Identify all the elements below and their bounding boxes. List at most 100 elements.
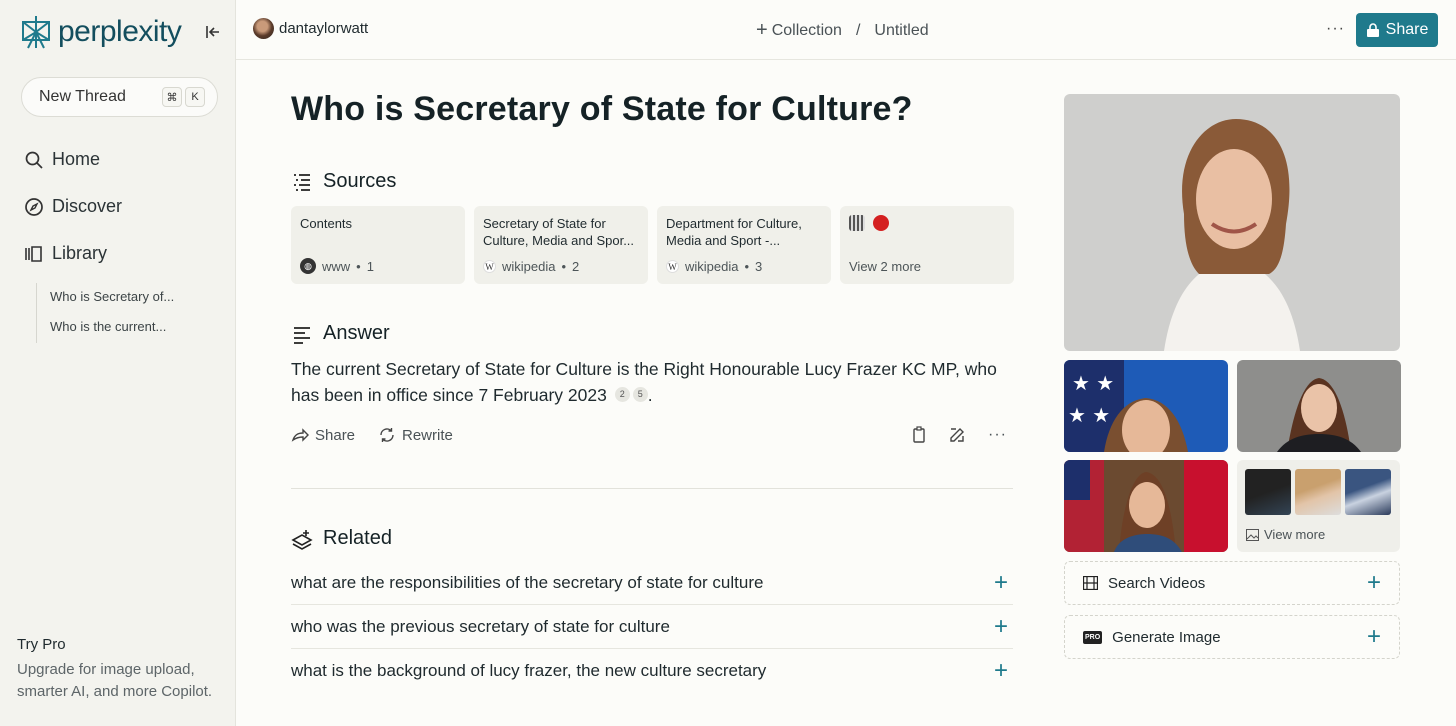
nav-home[interactable]: Home — [24, 149, 100, 170]
svg-text:★ ★: ★ ★ — [1068, 403, 1110, 427]
breadcrumb-separator: / — [855, 21, 861, 39]
answer-actions: Share Rewrite ··· — [291, 426, 1013, 448]
sources-icon — [294, 173, 310, 191]
image-result[interactable] — [1064, 460, 1228, 552]
search-icon — [25, 151, 43, 169]
source-site: www — [322, 258, 351, 274]
view-more-sources-label: View 2 more — [849, 259, 922, 274]
source-dot: • — [356, 258, 361, 274]
image-thumbnail — [1245, 469, 1291, 515]
source-title: Department for Culture, Media and Sport … — [666, 216, 802, 248]
related-question-text: who was the previous secretary of state … — [291, 616, 670, 636]
film-icon — [1083, 576, 1098, 590]
lock-icon — [1366, 22, 1379, 37]
share-button-label: Share — [1385, 21, 1429, 38]
logo[interactable]: perplexity — [20, 14, 182, 50]
view-more-images: View more — [1246, 527, 1325, 542]
rewrite-label: Rewrite — [402, 426, 453, 444]
answer-heading: Answer — [291, 322, 390, 345]
image-thumbnail — [1345, 469, 1391, 515]
image-thumbnail — [1295, 469, 1341, 515]
plus-icon[interactable]: + — [989, 613, 1013, 641]
edit-icon[interactable] — [948, 426, 966, 444]
parliament-icon — [849, 215, 865, 231]
library-icon — [25, 245, 42, 262]
wikipedia-icon: W — [666, 260, 679, 273]
logo-text: perplexity — [58, 15, 182, 48]
portrait-photo — [1237, 360, 1401, 452]
sources-heading-label: Sources — [323, 170, 397, 192]
plus-icon[interactable]: + — [989, 657, 1013, 685]
breadcrumb: + Collection / Untitled — [756, 19, 929, 42]
rewrite-button[interactable]: Rewrite — [378, 426, 453, 444]
source-index: 2 — [572, 259, 580, 274]
flag-portrait-photo: ★ ★ ★ ★ — [1064, 360, 1228, 452]
nav-library[interactable]: Library — [24, 243, 107, 264]
new-thread-label: New Thread — [39, 88, 126, 105]
user-profile[interactable]: dantaylorwatt — [253, 18, 368, 39]
flag-portrait-photo — [1064, 460, 1228, 552]
related-heading-label: Related — [323, 527, 392, 549]
image-icon — [1246, 528, 1259, 541]
source-meta: W wikipedia • 3 — [666, 259, 762, 274]
page-title: Who is Secretary of State for Culture? — [291, 90, 913, 128]
sidebar: perplexity New Thread ⌘ K Home Discover … — [0, 0, 235, 726]
source-site: wikipedia — [685, 259, 739, 274]
answer-heading-label: Answer — [323, 322, 390, 344]
source-card[interactable]: Secretary of State for Culture, Media an… — [474, 206, 648, 284]
collapse-sidebar-icon[interactable] — [203, 22, 223, 42]
source-dot: • — [744, 259, 750, 274]
library-thread-item[interactable]: Who is the current... — [50, 313, 174, 343]
citation-badge[interactable]: 5 — [632, 386, 648, 402]
main-panel: dantaylorwatt + Collection / Untitled ··… — [235, 0, 1456, 726]
source-card[interactable]: Contents ◍ www • 1 — [291, 206, 465, 284]
plus-icon[interactable]: + — [989, 569, 1013, 597]
view-more-sources-card[interactable]: View 2 more — [840, 206, 1014, 284]
try-pro-promo[interactable]: Try Pro Upgrade for image upload, smarte… — [17, 636, 222, 702]
related-question[interactable]: who was the previous secretary of state … — [291, 605, 1013, 649]
search-videos-button[interactable]: Search Videos + — [1064, 561, 1400, 605]
image-result[interactable] — [1064, 94, 1400, 351]
page-name[interactable]: Untitled — [874, 22, 928, 40]
portrait-photo — [1064, 94, 1400, 351]
image-result[interactable] — [1237, 360, 1401, 452]
related-icon — [291, 529, 313, 550]
view-more-images-label: View more — [1264, 527, 1326, 542]
plus-icon: + — [756, 19, 768, 41]
perplexity-logo-icon — [22, 16, 50, 49]
pdf-icon — [873, 215, 889, 231]
answer-icon — [294, 326, 310, 344]
share-answer-label: Share — [315, 426, 356, 444]
source-meta: W wikipedia • 2 — [483, 259, 579, 274]
view-more-images-card[interactable]: View more — [1237, 460, 1400, 552]
share-icon — [291, 428, 309, 442]
related-question[interactable]: what are the responsibilities of the sec… — [291, 561, 1013, 605]
generate-image-label: Generate Image — [1112, 628, 1221, 646]
collection-link[interactable]: Collection — [772, 22, 842, 40]
nav-discover[interactable]: Discover — [24, 196, 122, 217]
source-index: 1 — [366, 258, 374, 274]
more-actions-icon[interactable]: ··· — [988, 426, 1007, 444]
related-question[interactable]: what is the background of lucy frazer, t… — [291, 649, 1013, 693]
nav-library-label: Library — [52, 243, 108, 263]
generate-image-button[interactable]: PRO Generate Image + — [1064, 615, 1400, 659]
image-result[interactable]: ★ ★ ★ ★ — [1064, 360, 1228, 452]
new-thread-button[interactable]: New Thread ⌘ K — [21, 77, 218, 117]
source-title: Secretary of State for Culture, Media an… — [483, 216, 635, 248]
globe-icon: ◍ — [300, 258, 316, 274]
library-thread-item[interactable]: Who is Secretary of... — [50, 283, 174, 313]
more-options-icon[interactable]: ··· — [1326, 20, 1345, 38]
nav-discover-label: Discover — [52, 196, 123, 216]
source-card[interactable]: Department for Culture, Media and Sport … — [657, 206, 831, 284]
rewrite-icon — [380, 428, 394, 442]
answer-text: The current Secretary of State for Cultu… — [291, 356, 1021, 408]
source-meta: ◍ www • 1 — [300, 258, 374, 274]
share-answer-button[interactable]: Share — [291, 426, 355, 444]
share-button[interactable]: Share — [1356, 13, 1438, 47]
source-site: wikipedia — [502, 259, 556, 274]
avatar — [253, 18, 274, 39]
copy-icon[interactable] — [911, 426, 927, 444]
shortcut-key-cmd: ⌘ — [162, 87, 182, 107]
citation-badge[interactable]: 2 — [614, 386, 630, 402]
library-thread-list: Who is Secretary of... Who is the curren… — [36, 283, 174, 343]
